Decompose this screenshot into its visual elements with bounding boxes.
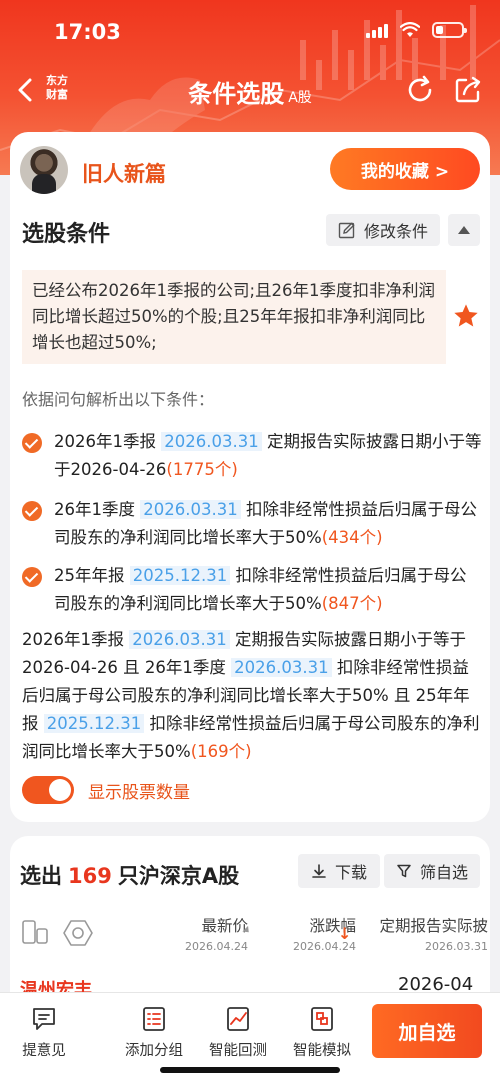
condition-prefix: 2026年1季报 [54,432,156,451]
toggle-knob [49,779,71,801]
column-header: 定期报告实际披 [379,917,488,935]
show-count-toggle[interactable] [22,776,74,804]
condition-date[interactable]: 2025.12.31 [129,566,231,585]
feedback-icon [33,1008,55,1030]
combined-prefix: 2026年1季报 [22,630,124,649]
home-indicator [160,1067,340,1073]
add-group-button[interactable]: 添加分组 [114,1005,194,1060]
combined-date-1[interactable]: 2026.03.31 [129,630,230,649]
download-label: 下载 [334,863,367,882]
check-circle-icon [22,567,42,587]
condition-date[interactable]: 2026.03.31 [140,500,241,519]
smart-simulate-button[interactable]: 智能模拟 [282,1005,362,1060]
check-circle-icon [22,501,42,521]
condition-prefix: 25年年报 [54,566,125,585]
battery-icon [432,22,467,38]
results-count: 169 [68,864,112,888]
parse-hint: 依据问句解析出以下条件： [22,390,215,409]
filter-label: 筛自选 [419,863,468,882]
criteria-section-title: 选股条件 [22,222,111,247]
smart-backtest-label: 智能回测 [209,1043,267,1059]
backtest-icon [227,1007,249,1031]
combined-condition: 2026年1季报 2026.03.31 定期报告实际披露日期小于等于2026-0… [22,626,482,766]
wifi-icon [400,22,420,37]
filter-icon [397,864,411,878]
condition-prefix: 26年1季度 [54,500,135,519]
avatar[interactable] [20,146,68,194]
report-date-value: 2026-04 [398,974,474,994]
sort-desc-icon: ↓ [338,924,352,943]
results-suffix: 只沪深京A股 [117,864,240,888]
download-icon [312,864,326,878]
edit-icon [338,222,355,239]
signal-icon [366,22,388,38]
column-date: 2026.04.24 [185,940,248,953]
column-date: 2026.03.31 [425,940,488,953]
bottom-toolbar: 提意见 添加分组 智能回测 智能模拟 加自选 [0,992,500,1083]
query-text[interactable]: 已经公布2026年1季报的公司;且26年1季度扣非净利润同比增长超过50%的个股… [22,270,446,364]
column-latest-price[interactable]: 最新价 2026.04.24 [170,914,248,953]
filter-watchlist-button[interactable]: 筛自选 [384,854,480,888]
add-group-label: 添加分组 [125,1043,183,1059]
settings-icon[interactable] [62,918,94,948]
simulate-icon [311,1007,333,1031]
show-count-label: 显示股票数量 [88,782,190,803]
results-title: 选出 169 只沪深京A股 [20,860,239,890]
smart-backtest-button[interactable]: 智能回测 [198,1005,278,1060]
add-group-icon [143,1007,165,1031]
criteria-card: 旧人新篇 我的收藏 > 选股条件 修改条件 已经公布2026年1季报的公司;且2… [10,132,490,822]
status-bar: 17:03 [0,0,500,62]
modify-criteria-label: 修改条件 [363,222,428,241]
condition-date[interactable]: 2026.03.31 [161,432,262,451]
page-title-text: 条件选股 [188,80,285,108]
column-report-date[interactable]: 定期报告实际披 2026.03.31 [360,914,488,953]
smart-simulate-label: 智能模拟 [293,1043,351,1059]
combined-date-3[interactable]: 2025.12.31 [43,714,145,733]
download-button[interactable]: 下载 [298,854,380,888]
feedback-label: 提意见 [22,1043,66,1059]
page-title-sub: A股 [288,90,312,106]
refresh-icon[interactable] [404,74,436,106]
condition-count: (847个) [321,594,383,613]
nav-bar: 东方 财富 条件选股 A股 [0,62,500,118]
layout-switch-icon[interactable] [20,918,50,948]
combined-count: (169个) [190,742,252,761]
username: 旧人新篇 [82,162,166,186]
results-prefix: 选出 [20,864,62,888]
modify-criteria-button[interactable]: 修改条件 [326,214,440,246]
feedback-button[interactable]: 提意见 [4,1005,84,1060]
triangle-up-icon [458,226,470,234]
condition-item: 2026年1季报 2026.03.31 定期报告实际披露日期小于等于2026-0… [22,428,482,484]
add-to-watchlist-button[interactable]: 加自选 [372,1004,482,1058]
column-header: 最新价 [201,917,248,935]
condition-count: (434个) [321,528,383,547]
my-favorites-button[interactable]: 我的收藏 > [330,148,480,190]
status-time: 17:03 [54,20,121,44]
star-icon[interactable] [452,302,480,330]
table-row[interactable]: 温州宏丰 2026-04 [20,974,480,994]
check-circle-icon [22,433,42,453]
share-icon[interactable] [452,74,484,106]
condition-item: 26年1季度 2026.03.31 扣除非经常性损益后归属于母公司股东的净利润同… [22,496,482,552]
collapse-button[interactable] [448,214,480,246]
battery-fill [436,26,444,34]
combined-date-2[interactable]: 2026.03.31 [231,658,332,677]
show-count-row: 显示股票数量 [22,776,190,804]
condition-count: (1775个) [166,460,238,479]
condition-item: 25年年报 2025.12.31 扣除非经常性损益后归属于母公司股东的净利润同比… [22,562,482,618]
